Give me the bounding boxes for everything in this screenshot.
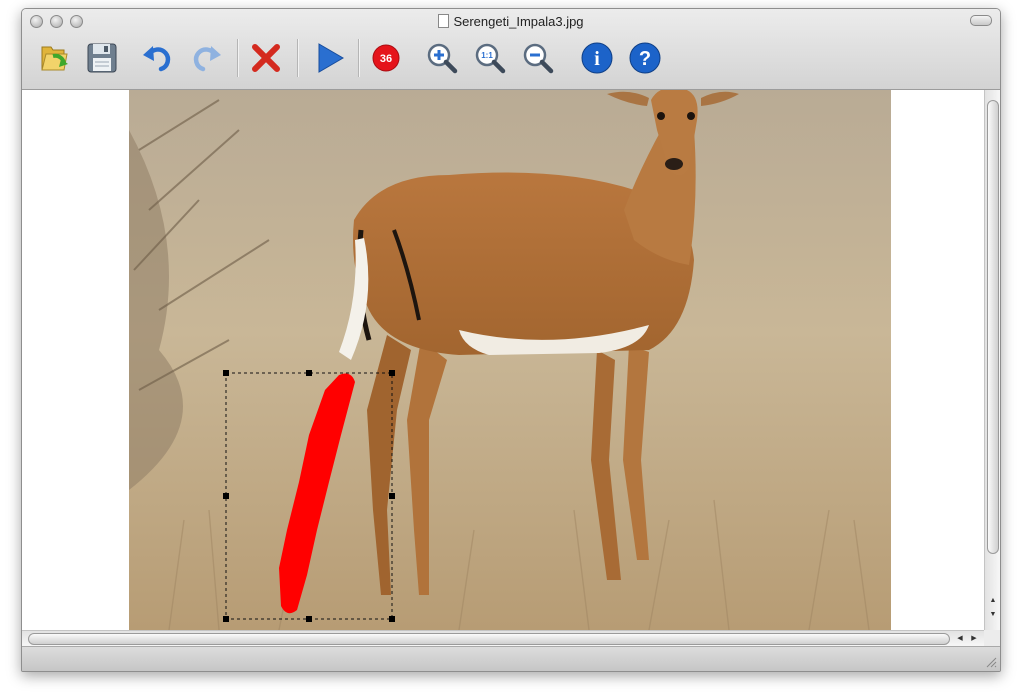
badge-icon: 36 [372,44,400,72]
toolbar-separator [358,39,359,77]
help-button[interactable]: ? [626,39,664,77]
vertical-scroll-thumb[interactable] [987,100,999,554]
save-icon [87,43,117,73]
scroll-corner [984,630,1000,646]
resize-grip-icon[interactable] [986,657,997,668]
zoom-in-button[interactable] [423,39,461,77]
zoom-out-icon [523,43,554,74]
impala-photo[interactable] [129,90,891,630]
window-title-text: Serengeti_Impala3.jpg [453,14,584,29]
document-icon [438,14,450,28]
open-button[interactable] [35,39,73,77]
scroll-right-arrow-icon[interactable]: ▶ [968,634,980,644]
badge-count: 36 [380,53,392,65]
redo-button[interactable] [187,39,225,77]
toolbar-separator [237,39,238,77]
zoom-actual-icon: 1:1 [475,43,506,74]
status-bar [22,646,1000,671]
zoom-out-button[interactable] [519,39,557,77]
delete-icon [252,44,280,72]
titlebar-toolbar: Serengeti_Impala3.jpg 36 1:1 i ? [22,9,1000,90]
zoom-actual-size-button[interactable]: 1:1 [471,39,509,77]
info-button[interactable]: i [578,39,616,77]
scroll-down-arrow-icon[interactable]: ▼ [987,610,999,620]
undo-icon [143,46,171,72]
horizontal-scrollbar[interactable]: ◀ ▶ [22,630,984,646]
redo-icon [193,46,221,72]
help-glyph: ? [639,48,651,70]
open-folder-icon [41,46,68,71]
run-button[interactable] [310,39,348,77]
image-canvas[interactable] [22,90,984,630]
vertical-scrollbar[interactable]: ▲ ▼ [984,90,1000,630]
help-icon: ? [629,42,661,74]
play-icon [318,43,344,73]
toolbar-separator [297,39,298,77]
undo-button[interactable] [139,39,177,77]
horizontal-scroll-thumb[interactable] [28,633,950,645]
scroll-left-arrow-icon[interactable]: ◀ [954,634,966,644]
toolbar-toggle-button[interactable] [970,15,992,26]
window-title: Serengeti_Impala3.jpg [22,14,1000,29]
app-window: Serengeti_Impala3.jpg 36 1:1 i ? ▲ ▼ ◀ ▶ [21,8,1001,672]
zoom-in-icon [427,43,458,74]
info-glyph: i [594,48,600,70]
info-icon: i [581,42,613,74]
delete-button[interactable] [247,39,285,77]
zoom-ratio-label: 1:1 [481,51,493,60]
save-button[interactable] [83,39,121,77]
scroll-up-arrow-icon[interactable]: ▲ [987,596,999,606]
count-badge-button[interactable]: 36 [367,39,405,77]
